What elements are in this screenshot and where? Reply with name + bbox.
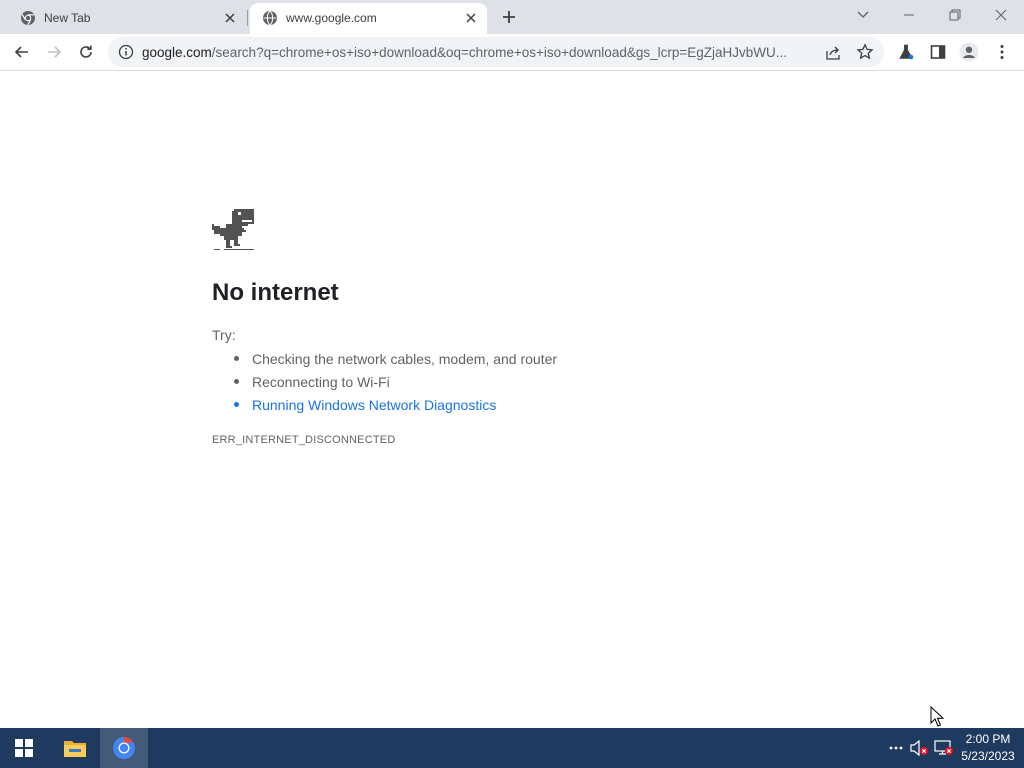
volume-button[interactable] (909, 738, 929, 758)
side-panel-button[interactable] (924, 38, 952, 66)
chrome-icon (21, 11, 35, 26)
close-window-button[interactable] (988, 4, 1014, 26)
forward-button[interactable] (40, 38, 68, 66)
restore-icon (949, 9, 961, 21)
labs-button[interactable] (892, 38, 920, 66)
suggestion-list: Checking the network cables, modem, and … (233, 350, 557, 419)
new-tab-button[interactable] (498, 6, 520, 28)
tab-title: www.google.com (286, 11, 377, 25)
side-panel-icon (930, 45, 946, 59)
tab-new-tab[interactable]: New Tab (8, 3, 246, 34)
tab-google[interactable]: www.google.com (250, 3, 487, 34)
start-button[interactable] (0, 728, 48, 768)
address-bar[interactable]: google.com/search?q=chrome+os+iso+downlo… (108, 37, 884, 67)
mouse-cursor-icon (930, 706, 944, 727)
flask-icon (899, 44, 914, 60)
restore-button[interactable] (942, 4, 968, 26)
tab-separator (247, 10, 248, 26)
share-icon[interactable] (824, 44, 842, 62)
start-icon (15, 739, 33, 757)
globe-icon (263, 10, 277, 26)
page-title: No internet (212, 279, 339, 306)
error-code: ERR_INTERNET_DISCONNECTED (212, 434, 396, 446)
tab-title: New Tab (44, 11, 91, 25)
dinosaur-icon (212, 209, 254, 250)
minimize-icon (904, 14, 914, 16)
more-vertical-icon (1000, 45, 1004, 59)
bookmark-star-icon[interactable] (856, 43, 874, 61)
plus-icon (503, 11, 515, 23)
clock[interactable]: 2:00 PM 5/23/2023 (956, 731, 1020, 765)
profile-button[interactable] (955, 38, 983, 66)
back-button[interactable] (8, 38, 36, 66)
clock-date: 5/23/2023 (961, 749, 1015, 763)
arrow-right-icon (48, 46, 62, 58)
tab-search-button[interactable] (850, 4, 876, 26)
close-icon[interactable] (463, 10, 479, 26)
close-icon (995, 9, 1007, 21)
file-explorer-icon (64, 741, 86, 757)
url-text[interactable]: google.com/search?q=chrome+os+iso+downlo… (142, 45, 818, 60)
suggestion-reconnect-wifi: Reconnecting to Wi-Fi (233, 373, 557, 396)
clock-time: 2:00 PM (965, 732, 1011, 746)
reload-button[interactable] (72, 38, 100, 66)
chrome-icon (113, 737, 135, 759)
network-button[interactable] (934, 738, 954, 758)
browser-toolbar: google.com/search?q=chrome+os+iso+downlo… (0, 34, 1024, 71)
menu-button[interactable] (988, 38, 1016, 66)
url-path: /search?q=chrome+os+iso+download&oq=chro… (211, 45, 788, 60)
suggestion-check-cables: Checking the network cables, modem, and … (233, 350, 557, 373)
network-disconnected-icon (934, 740, 953, 755)
close-icon[interactable] (222, 10, 238, 26)
chrome-taskbar-button[interactable] (100, 728, 148, 768)
volume-muted-icon (910, 739, 928, 757)
network-diagnostics-link[interactable]: Running Windows Network Diagnostics (233, 396, 557, 419)
url-host: google.com (142, 45, 212, 60)
file-explorer-button[interactable] (51, 728, 99, 768)
page-content: No internet Try: Checking the network ca… (0, 72, 1024, 728)
tab-strip: New Tab www.google.com (0, 0, 1024, 34)
avatar-icon (959, 42, 979, 62)
minimize-button[interactable] (896, 4, 922, 26)
info-icon[interactable] (118, 44, 134, 60)
taskbar: 2:00 PM 5/23/2023 (0, 728, 1024, 768)
overflow-icon (889, 746, 903, 750)
tray-overflow-button[interactable] (886, 738, 906, 758)
try-label: Try: (212, 327, 236, 343)
arrow-left-icon (14, 46, 28, 58)
reload-icon (80, 45, 92, 58)
chevron-down-icon (857, 11, 869, 18)
